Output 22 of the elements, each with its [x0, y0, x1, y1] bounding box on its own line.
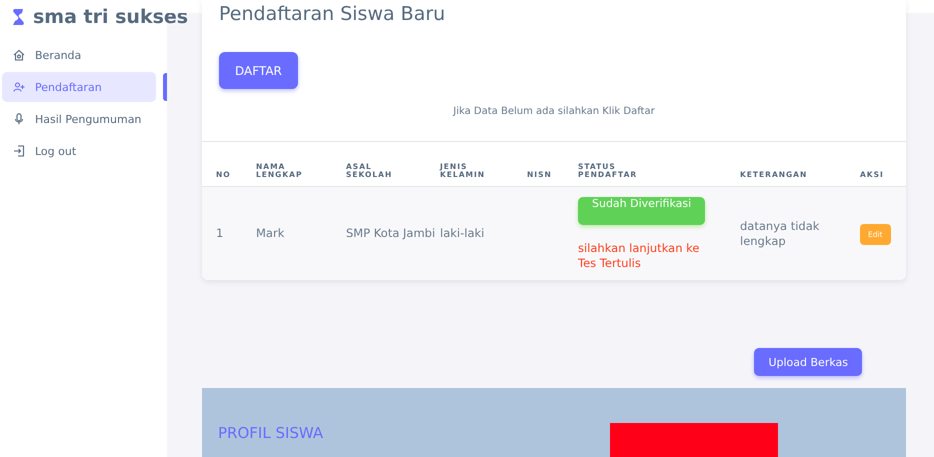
status-note: silahkan lanjutkan ke Tes Tertulis: [578, 241, 700, 270]
sidebar-item[interactable]: Log out: [2, 136, 156, 166]
table-cell-text: laki-laki: [440, 226, 486, 241]
sidebar-item[interactable]: Hasil Pengumuman: [2, 104, 156, 134]
user-plus-icon: [13, 81, 25, 93]
home-icon: [13, 49, 25, 61]
upload-button[interactable]: Upload Berkas: [754, 348, 862, 376]
table-cell-text: datanya tidak lengkap: [740, 219, 820, 248]
hint-text: Jika Data Belum ada silahkan Klik Daftar: [452, 106, 656, 117]
brand-name: sma tri sukses: [33, 6, 188, 28]
register-button[interactable]: DAFTAR: [219, 52, 298, 89]
table-cell-text: 1: [216, 226, 224, 241]
table-cell-text: SMP Kota Jambi: [346, 226, 436, 241]
status-label: Sudah Diverifikasi: [578, 197, 706, 226]
table-cell-text: Mark: [256, 226, 286, 241]
sidebar-item[interactable]: Beranda: [2, 40, 156, 70]
logout-icon: [13, 145, 25, 157]
active-indicator: [163, 73, 167, 101]
profile-title: PROFIL SISWA: [218, 423, 324, 444]
page-title: Pendaftaran Siswa Baru: [218, 2, 446, 27]
logo-icon: [12, 7, 25, 27]
microphone-icon: [13, 113, 25, 125]
